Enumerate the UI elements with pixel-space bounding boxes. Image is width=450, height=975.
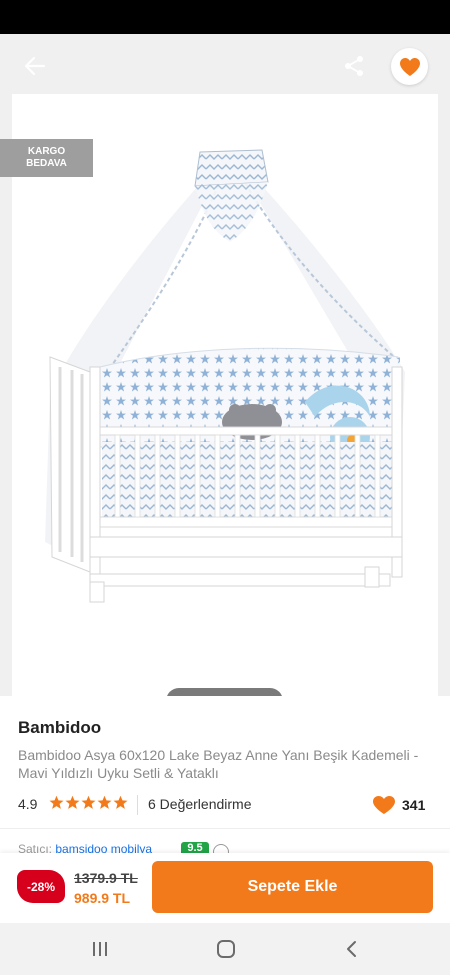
rating-row: 4.9 6 Değerlendirme 341	[18, 795, 432, 815]
free-shipping-badge: KARGO BEDAVA	[0, 139, 93, 177]
rating-value: 4.9	[18, 796, 38, 812]
new-price: 989.9 TL	[74, 890, 131, 906]
brand-name[interactable]: Bambidoo	[18, 718, 101, 738]
star-icon	[65, 795, 80, 809]
star-icon	[113, 795, 128, 809]
product-detail-page: KARGO BEDAVA Bambidoo Bambidoo Asya 60x1…	[0, 0, 450, 975]
cargo-badge-line-1: KARGO	[27, 146, 66, 157]
recents-button[interactable]	[88, 937, 112, 961]
section-divider	[0, 828, 450, 829]
arrow-left-icon	[24, 56, 46, 76]
home-button[interactable]	[214, 937, 238, 961]
star-icon	[97, 795, 112, 809]
rating-divider	[137, 795, 138, 815]
home-icon	[217, 940, 235, 958]
recents-icon	[93, 942, 107, 956]
image-pager[interactable]	[166, 688, 283, 696]
chevron-left-icon	[347, 941, 356, 957]
star-rating	[49, 795, 128, 813]
star-icon	[49, 795, 64, 809]
discount-badge: -28%	[17, 870, 65, 903]
like-count: 341	[402, 797, 426, 813]
product-gallery[interactable]: KARGO BEDAVA	[0, 34, 450, 696]
favorite-button[interactable]	[391, 48, 428, 85]
heart-icon	[399, 57, 420, 76]
system-nav-bar	[0, 923, 450, 975]
product-title: Bambidoo Asya 60x120 Lake Beyaz Anne Yan…	[18, 747, 419, 781]
purchase-bar: -28% 1379.9 TL 989.9 TL Sepete Ekle	[0, 853, 450, 923]
status-bar	[0, 0, 450, 34]
star-icon	[81, 795, 96, 809]
heart-icon[interactable]	[372, 795, 396, 815]
back-button[interactable]	[18, 52, 52, 80]
share-icon	[345, 56, 363, 76]
cargo-badge-line-2: BEDAVA	[26, 158, 67, 169]
share-button[interactable]	[338, 50, 370, 82]
add-to-cart-button[interactable]: Sepete Ekle	[152, 861, 433, 913]
system-back-button[interactable]	[340, 937, 364, 961]
old-price: 1379.9 TL	[74, 870, 138, 886]
product-image[interactable]	[30, 142, 420, 622]
review-count-link[interactable]: 6 Değerlendirme	[148, 796, 252, 812]
